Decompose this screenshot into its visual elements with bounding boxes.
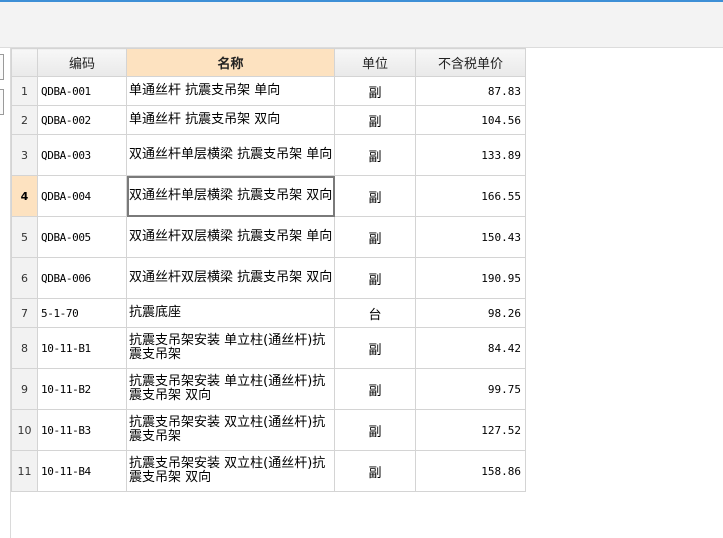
table-row[interactable]: 3 QDBA-003 双通丝杆单层横梁 抗震支吊架 单向 副 133.89 xyxy=(11,134,526,176)
price-cell[interactable]: 104.56 xyxy=(415,105,526,135)
code-cell[interactable]: 10-11-B4 xyxy=(37,450,127,492)
row-number[interactable]: 11 xyxy=(11,450,38,492)
row-number[interactable]: 9 xyxy=(11,368,38,410)
price-cell[interactable]: 87.83 xyxy=(415,76,526,106)
material-price-grid: 编码 名称 单位 不含税单价 1 QDBA-001 单通丝杆 抗震支吊架 单向 … xyxy=(11,48,526,492)
column-header-price[interactable]: 不含税单价 xyxy=(415,48,526,77)
unit-cell[interactable]: 副 xyxy=(334,134,416,176)
price-cell[interactable]: 158.86 xyxy=(415,450,526,492)
name-cell[interactable]: 抗震支吊架安装 单立柱(通丝杆)抗震支吊架 xyxy=(126,327,335,369)
column-header-code[interactable]: 编码 xyxy=(37,48,127,77)
code-cell[interactable]: QDBA-005 xyxy=(37,216,127,258)
column-header-unit[interactable]: 单位 xyxy=(334,48,416,77)
code-cell[interactable]: 5-1-70 xyxy=(37,298,127,328)
table-row-selected[interactable]: 4 QDBA-004 双通丝杆单层横梁 抗震支吊架 双向 副 166.55 xyxy=(11,175,526,217)
price-cell[interactable]: 127.52 xyxy=(415,409,526,451)
name-cell[interactable]: 抗震支吊架安装 单立柱(通丝杆)抗震支吊架 双向 xyxy=(126,368,335,410)
code-cell[interactable]: QDBA-004 xyxy=(37,175,127,217)
toolbar-area xyxy=(0,2,723,48)
table-row[interactable]: 8 10-11-B1 抗震支吊架安装 单立柱(通丝杆)抗震支吊架 副 84.42 xyxy=(11,327,526,369)
code-cell[interactable]: QDBA-003 xyxy=(37,134,127,176)
unit-cell[interactable]: 副 xyxy=(334,327,416,369)
price-cell[interactable]: 166.55 xyxy=(415,175,526,217)
price-cell[interactable]: 133.89 xyxy=(415,134,526,176)
price-cell[interactable]: 84.42 xyxy=(415,327,526,369)
unit-cell[interactable]: 副 xyxy=(334,257,416,299)
unit-cell[interactable]: 副 xyxy=(334,76,416,106)
row-number[interactable]: 10 xyxy=(11,409,38,451)
row-number[interactable]: 1 xyxy=(11,76,38,106)
name-cell[interactable]: 单通丝杆 抗震支吊架 单向 xyxy=(126,76,335,106)
code-cell[interactable]: 10-11-B1 xyxy=(37,327,127,369)
table-row[interactable]: 1 QDBA-001 单通丝杆 抗震支吊架 单向 副 87.83 xyxy=(11,76,526,106)
price-cell[interactable]: 150.43 xyxy=(415,216,526,258)
left-panel-edge xyxy=(0,48,11,538)
unit-cell[interactable]: 副 xyxy=(334,105,416,135)
row-number[interactable]: 7 xyxy=(11,298,38,328)
unit-cell[interactable]: 副 xyxy=(334,175,416,217)
code-cell[interactable]: 10-11-B3 xyxy=(37,409,127,451)
name-cell[interactable]: 双通丝杆双层横梁 抗震支吊架 单向 xyxy=(126,216,335,258)
row-number[interactable]: 8 xyxy=(11,327,38,369)
price-cell[interactable]: 190.95 xyxy=(415,257,526,299)
name-cell[interactable]: 单通丝杆 抗震支吊架 双向 xyxy=(126,105,335,135)
row-number[interactable]: 3 xyxy=(11,134,38,176)
table-row[interactable]: 5 QDBA-005 双通丝杆双层横梁 抗震支吊架 单向 副 150.43 xyxy=(11,216,526,258)
table-row[interactable]: 6 QDBA-006 双通丝杆双层横梁 抗震支吊架 双向 副 190.95 xyxy=(11,257,526,299)
unit-cell[interactable]: 副 xyxy=(334,368,416,410)
name-cell[interactable]: 双通丝杆单层横梁 抗震支吊架 单向 xyxy=(126,134,335,176)
table-row[interactable]: 7 5-1-70 抗震底座 台 98.26 xyxy=(11,298,526,328)
row-number[interactable]: 6 xyxy=(11,257,38,299)
table-row[interactable]: 11 10-11-B4 抗震支吊架安装 双立柱(通丝杆)抗震支吊架 双向 副 1… xyxy=(11,450,526,492)
table-row[interactable]: 2 QDBA-002 单通丝杆 抗震支吊架 双向 副 104.56 xyxy=(11,105,526,135)
price-cell[interactable]: 99.75 xyxy=(415,368,526,410)
unit-cell[interactable]: 副 xyxy=(334,216,416,258)
unit-cell[interactable]: 副 xyxy=(334,450,416,492)
code-cell[interactable]: QDBA-001 xyxy=(37,76,127,106)
row-number[interactable]: 2 xyxy=(11,105,38,135)
left-panel-button-2[interactable] xyxy=(0,89,4,115)
table-row[interactable]: 10 10-11-B3 抗震支吊架安装 双立柱(通丝杆)抗震支吊架 副 127.… xyxy=(11,409,526,451)
row-number-header[interactable] xyxy=(11,48,38,77)
code-cell[interactable]: QDBA-002 xyxy=(37,105,127,135)
name-cell[interactable]: 抗震支吊架安装 双立柱(通丝杆)抗震支吊架 双向 xyxy=(126,450,335,492)
row-number[interactable]: 4 xyxy=(11,175,38,217)
table-row[interactable]: 9 10-11-B2 抗震支吊架安装 单立柱(通丝杆)抗震支吊架 双向 副 99… xyxy=(11,368,526,410)
name-cell[interactable]: 抗震支吊架安装 双立柱(通丝杆)抗震支吊架 xyxy=(126,409,335,451)
row-number[interactable]: 5 xyxy=(11,216,38,258)
name-cell[interactable]: 抗震底座 xyxy=(126,298,335,328)
unit-cell[interactable]: 副 xyxy=(334,409,416,451)
name-cell-selected[interactable]: 双通丝杆单层横梁 抗震支吊架 双向 xyxy=(126,175,335,217)
left-panel-button-1[interactable] xyxy=(0,54,4,80)
price-cell[interactable]: 98.26 xyxy=(415,298,526,328)
code-cell[interactable]: QDBA-006 xyxy=(37,257,127,299)
unit-cell[interactable]: 台 xyxy=(334,298,416,328)
code-cell[interactable]: 10-11-B2 xyxy=(37,368,127,410)
column-header-name[interactable]: 名称 xyxy=(126,48,335,77)
name-cell[interactable]: 双通丝杆双层横梁 抗震支吊架 双向 xyxy=(126,257,335,299)
